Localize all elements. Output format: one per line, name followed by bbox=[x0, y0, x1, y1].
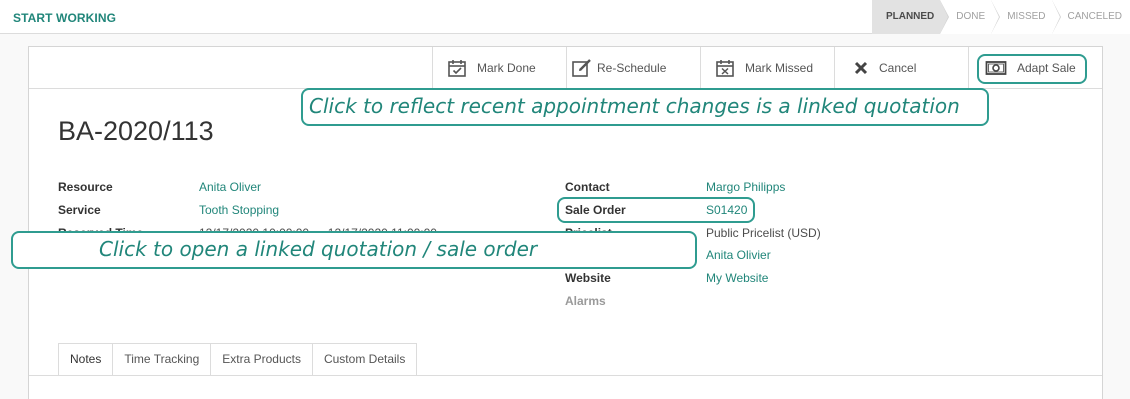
contact-label: Contact bbox=[565, 180, 610, 194]
tab-time-tracking[interactable]: Time Tracking bbox=[112, 343, 212, 376]
sale-order-highlight bbox=[557, 197, 755, 223]
status-bar: START WORKING PLANNED DONE MISSED CANCEL… bbox=[0, 0, 1130, 34]
sale-order-callout: Click to open a linked quotation / sale … bbox=[11, 231, 697, 269]
tab-divider bbox=[29, 375, 1102, 376]
calendar-times-icon bbox=[716, 60, 734, 77]
reschedule-button[interactable]: Re-Schedule bbox=[566, 47, 701, 89]
website-link[interactable]: My Website bbox=[706, 271, 768, 285]
tab-extra-products[interactable]: Extra Products bbox=[210, 343, 313, 376]
notebook-tabs: Notes Time Tracking Extra Products Custo… bbox=[58, 343, 418, 376]
mark-done-label: Mark Done bbox=[477, 61, 536, 75]
stage-label: DONE bbox=[956, 11, 986, 22]
cancel-button[interactable]: Cancel bbox=[834, 47, 969, 89]
edit-icon bbox=[572, 59, 591, 77]
record-title: BA-2020/113 bbox=[58, 116, 214, 146]
tab-notes[interactable]: Notes bbox=[58, 343, 114, 376]
mark-missed-button[interactable]: Mark Missed bbox=[700, 47, 835, 89]
stage-label: MISSED bbox=[1007, 11, 1046, 22]
start-working-button[interactable]: START WORKING bbox=[13, 11, 116, 25]
close-icon bbox=[854, 61, 868, 75]
cancel-label: Cancel bbox=[879, 61, 917, 75]
stage-label: CANCELED bbox=[1067, 11, 1122, 22]
pricelist-value: Public Pricelist (USD) bbox=[706, 226, 821, 240]
adapt-sale-callout: Click to reflect recent appointment chan… bbox=[301, 88, 989, 126]
contact-link[interactable]: Margo Philipps bbox=[706, 180, 785, 194]
mark-done-button[interactable]: Mark Done bbox=[432, 47, 567, 89]
tab-custom-details[interactable]: Custom Details bbox=[311, 343, 418, 376]
stage-planned[interactable]: PLANNED bbox=[871, 0, 950, 34]
smart-button-bar: Mark Done Re-Schedule Mark Missed Cancel… bbox=[29, 47, 1102, 89]
resource-link[interactable]: Anita Oliver bbox=[199, 180, 261, 194]
calendar-check-icon bbox=[448, 60, 466, 77]
stage-label: PLANNED bbox=[885, 11, 935, 22]
stage-missed[interactable]: MISSED bbox=[991, 0, 1061, 34]
stage-canceled[interactable]: CANCELED bbox=[1051, 0, 1130, 34]
service-label: Service bbox=[58, 203, 101, 217]
adapt-sale-highlight bbox=[977, 54, 1087, 84]
mark-missed-label: Mark Missed bbox=[745, 61, 814, 75]
reschedule-label: Re-Schedule bbox=[597, 61, 667, 75]
website-label: Website bbox=[565, 271, 611, 285]
sale-order-callout-text: Click to open a linked quotation / sale … bbox=[99, 237, 538, 261]
stage-pipeline: PLANNED DONE MISSED CANCELED bbox=[871, 0, 1130, 34]
service-link[interactable]: Tooth Stopping bbox=[199, 203, 279, 217]
salesperson-link[interactable]: Anita Olivier bbox=[706, 248, 771, 262]
alarms-label: Alarms bbox=[565, 294, 606, 308]
adapt-sale-callout-text: Click to reflect recent appointment chan… bbox=[309, 94, 960, 118]
resource-label: Resource bbox=[58, 180, 113, 194]
